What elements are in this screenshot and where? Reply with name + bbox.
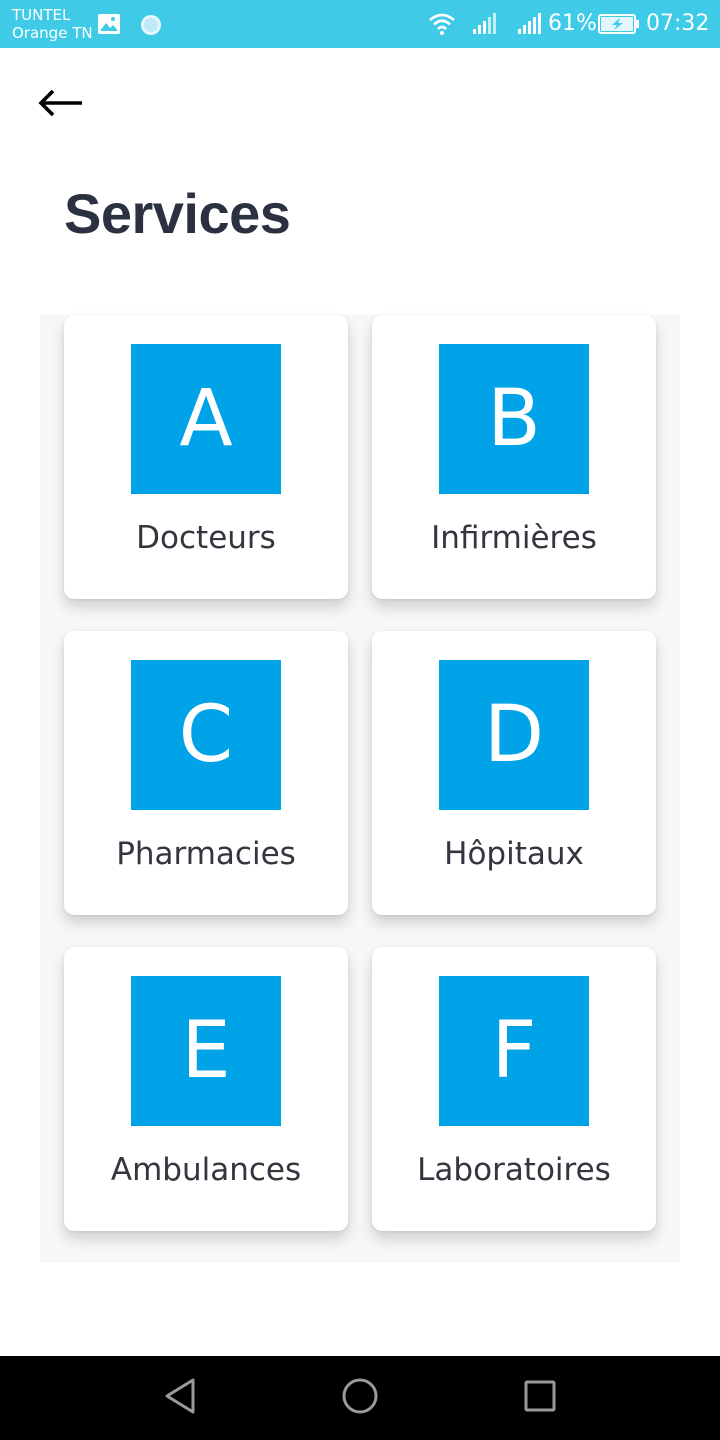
carrier-info: TUNTEL Orange TN xyxy=(12,6,93,42)
nav-back-button[interactable] xyxy=(158,1376,202,1420)
gallery-icon xyxy=(97,13,121,40)
service-label: Docteurs xyxy=(136,520,276,556)
page-title: Services xyxy=(64,182,291,245)
system-nav-bar xyxy=(0,1356,720,1440)
carrier-operator: Orange TN xyxy=(12,24,93,42)
wifi-icon xyxy=(428,12,456,41)
status-bar: TUNTEL Orange TN 61% 07:32 xyxy=(0,0,720,48)
service-label: Laboratoires xyxy=(417,1152,611,1188)
nav-home-button[interactable] xyxy=(338,1376,382,1420)
services-grid: A Docteurs B Infirmières C Pharmacies D … xyxy=(40,315,680,1263)
service-label: Hôpitaux xyxy=(444,836,584,872)
service-label: Pharmacies xyxy=(116,836,296,872)
service-card-pharmacies[interactable]: C Pharmacies xyxy=(64,631,348,915)
nav-recents-button[interactable] xyxy=(518,1376,562,1420)
letter-f-icon: F xyxy=(439,976,589,1126)
service-label: Ambulances xyxy=(110,1152,302,1188)
letter-c-icon: C xyxy=(131,660,281,810)
battery-percent: 61% xyxy=(548,11,597,36)
letter-d-icon: D xyxy=(439,660,589,810)
service-label: Infirmières xyxy=(431,520,597,556)
service-card-laboratoires[interactable]: F Laboratoires xyxy=(372,947,656,1231)
carrier-name: TUNTEL xyxy=(12,6,71,24)
letter-a-icon: A xyxy=(131,344,281,494)
service-card-docteurs[interactable]: A Docteurs xyxy=(64,315,348,599)
signal-icon xyxy=(517,13,543,40)
arrow-left-icon xyxy=(38,88,84,123)
battery-charging-icon xyxy=(598,14,640,39)
service-card-infirmieres[interactable]: B Infirmières xyxy=(372,315,656,599)
clock: 07:32 xyxy=(646,11,710,36)
back-triangle-icon xyxy=(162,1376,198,1421)
home-circle-icon xyxy=(340,1376,380,1421)
letter-e-icon: E xyxy=(131,976,281,1126)
signal-icon xyxy=(472,13,498,40)
service-card-hopitaux[interactable]: D Hôpitaux xyxy=(372,631,656,915)
letter-b-icon: B xyxy=(439,344,589,494)
recents-square-icon xyxy=(522,1378,558,1419)
back-button[interactable] xyxy=(32,84,90,126)
sync-icon xyxy=(139,13,163,42)
service-card-ambulances[interactable]: E Ambulances xyxy=(64,947,348,1231)
